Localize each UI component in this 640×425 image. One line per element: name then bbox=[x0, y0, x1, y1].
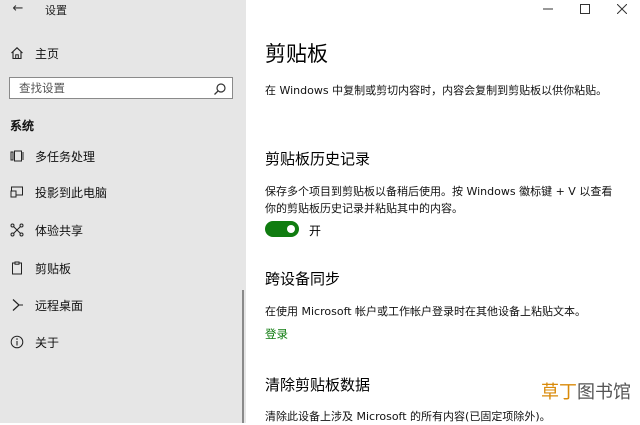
watermark-part2: 图书馆 bbox=[577, 382, 631, 403]
clear-heading: 清除剪贴板数据 bbox=[265, 376, 371, 394]
sidebar-item-label: 投影到此电脑 bbox=[35, 185, 108, 200]
search-icon[interactable] bbox=[213, 81, 227, 95]
window-controls bbox=[529, 0, 640, 18]
sidebar-item-home[interactable]: 主页 bbox=[0, 42, 246, 64]
sidebar-item-label: 远程桌面 bbox=[35, 298, 84, 313]
watermark-part1: 草丁 bbox=[541, 382, 577, 403]
clear-description: 清除此设备上涉及 Microsoft 的所有内容(已固定项除外)。 bbox=[265, 410, 551, 423]
sidebar-scrollbar[interactable] bbox=[242, 290, 244, 423]
sidebar-item-label: 剪贴板 bbox=[35, 261, 72, 276]
history-heading: 剪贴板历史记录 bbox=[265, 150, 371, 168]
back-button[interactable]: ← bbox=[8, 0, 28, 20]
home-icon bbox=[10, 46, 24, 60]
sidebar-item-about[interactable]: 关于 bbox=[0, 330, 244, 354]
section-label: 系统 bbox=[10, 119, 35, 133]
sidebar-item-remote-desktop[interactable]: 远程桌面 bbox=[0, 293, 244, 317]
maximize-icon bbox=[579, 4, 590, 14]
multitask-icon bbox=[10, 149, 24, 163]
sync-description: 在使用 Microsoft 帐户或工作帐户登录时在其他设备上粘贴文本。 bbox=[265, 305, 587, 318]
sidebar-item-shared-experiences[interactable]: 体验共享 bbox=[0, 218, 244, 242]
minimize-button[interactable] bbox=[529, 0, 566, 18]
clipboard-icon bbox=[10, 261, 24, 275]
sidebar-item-label: 多任务处理 bbox=[35, 149, 96, 164]
sidebar: ← 设置 主页 系统 多任务处理 投影到此电脑 体验共享 bbox=[0, 0, 246, 423]
close-icon bbox=[616, 4, 627, 14]
sidebar-item-label: 体验共享 bbox=[35, 223, 84, 238]
sync-heading: 跨设备同步 bbox=[265, 270, 341, 288]
remote-desktop-icon bbox=[10, 298, 24, 312]
page-title: 剪贴板 bbox=[265, 42, 328, 66]
sidebar-item-project[interactable]: 投影到此电脑 bbox=[0, 180, 244, 204]
minimize-icon bbox=[542, 8, 553, 10]
share-icon bbox=[10, 223, 24, 237]
project-icon bbox=[10, 185, 24, 199]
sign-in-link[interactable]: 登录 bbox=[265, 326, 288, 342]
info-icon bbox=[10, 335, 24, 349]
maximize-button[interactable] bbox=[566, 0, 603, 18]
sidebar-item-clipboard[interactable]: 剪贴板 bbox=[0, 256, 244, 280]
clipboard-history-toggle[interactable] bbox=[265, 221, 299, 237]
watermark: 草丁图书馆 bbox=[541, 378, 631, 404]
intro-text: 在 Windows 中复制或剪切内容时，内容会复制到剪贴板以供你粘贴。 bbox=[265, 84, 608, 97]
search-box[interactable] bbox=[9, 77, 233, 99]
sidebar-item-label: 关于 bbox=[35, 335, 60, 350]
sidebar-item-multitasking[interactable]: 多任务处理 bbox=[0, 144, 244, 168]
sidebar-item-label: 主页 bbox=[35, 46, 60, 61]
search-input[interactable] bbox=[10, 78, 210, 98]
close-button[interactable] bbox=[603, 0, 640, 18]
toggle-knob bbox=[287, 225, 295, 233]
sidebar-titlebar: ← 设置 bbox=[0, 0, 246, 20]
app-title: 设置 bbox=[45, 4, 67, 17]
toggle-state-label: 开 bbox=[309, 224, 322, 238]
history-description: 保存多个项目到剪贴板以备稍后使用。按 Windows 徽标键 + V 以查看你的… bbox=[265, 185, 613, 215]
